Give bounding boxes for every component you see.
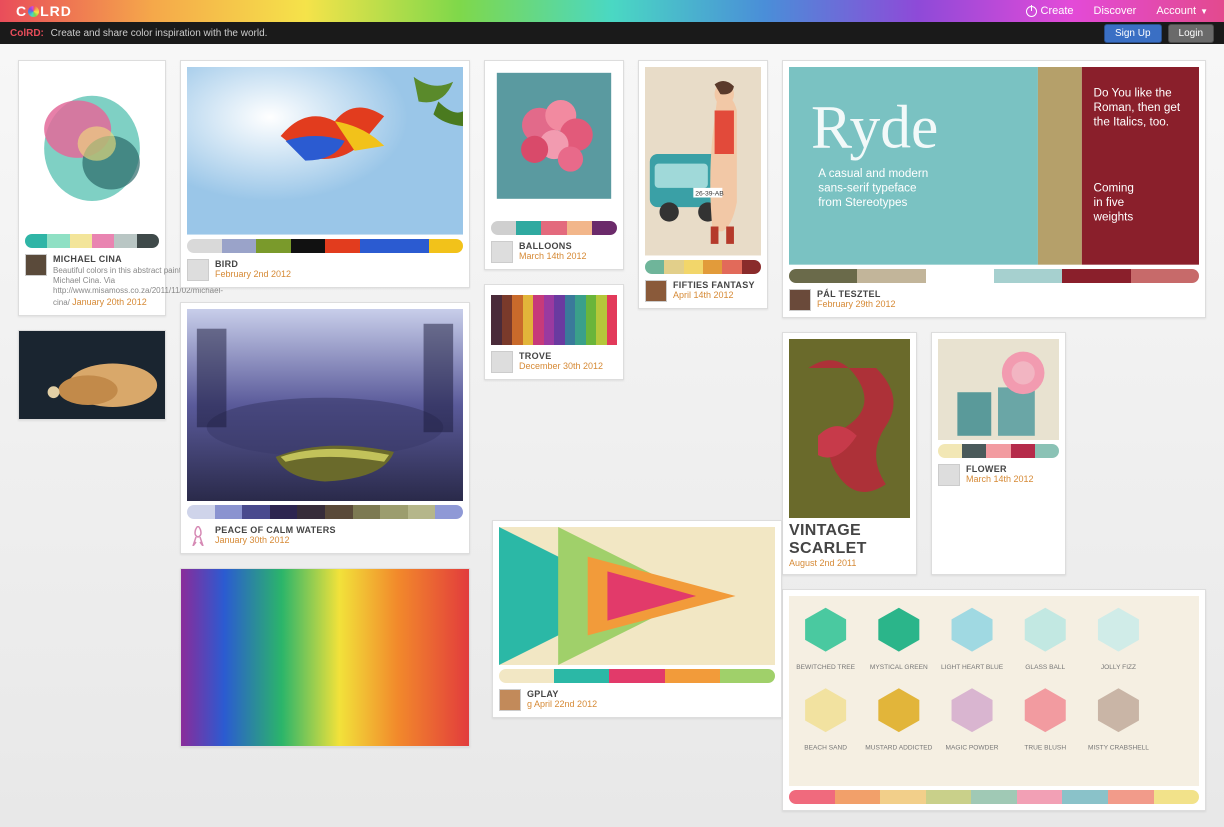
svg-text:weights: weights [1093, 211, 1134, 224]
svg-text:MYSTICAL GREEN: MYSTICAL GREEN [870, 664, 928, 671]
card-gradient[interactable] [180, 568, 470, 747]
thumb-gems: BEWITCHED TREE MYSTICAL GREEN LIGHT HEART … [789, 596, 1199, 786]
card-title: PEACE OF CALM WATERS [215, 525, 336, 535]
card-date: April 14th 2012 [673, 290, 755, 300]
svg-text:Roman, then get: Roman, then get [1094, 101, 1181, 114]
tagline-brand: ColRD: [10, 28, 44, 39]
svg-text:MAGIC POWDER: MAGIC POWDER [946, 744, 999, 751]
card-date: August 2nd 2011 [789, 558, 910, 568]
avatar[interactable] [789, 289, 811, 311]
ribbon-icon [187, 525, 209, 547]
card-title: TROVE [519, 351, 603, 361]
card-title: PÁL TESZTEL [817, 289, 896, 299]
thumb-scarlet [789, 339, 910, 518]
svg-text:A casual and modern: A casual and modern [818, 167, 928, 180]
svg-text:in five: in five [1094, 196, 1125, 209]
card-title: BALLOONS [519, 241, 587, 251]
swatches-large [491, 295, 617, 345]
avatar[interactable] [187, 259, 209, 281]
svg-text:from Stereotypes: from Stereotypes [818, 196, 907, 209]
card-title: GPLAY [527, 689, 597, 699]
card-date: December 30th 2012 [519, 361, 603, 371]
card-date: February 29th 2012 [817, 299, 896, 309]
card-cina[interactable]: MICHAEL CINA Beautiful colors in this ab… [18, 60, 166, 316]
thumb-gplay [499, 527, 775, 665]
card-scarlet[interactable]: VINTAGE SCARLET August 2nd 2011 [782, 332, 917, 575]
login-button[interactable]: Login [1168, 24, 1214, 43]
svg-text:JOLLY FIZZ: JOLLY FIZZ [1101, 664, 1136, 671]
card-balloons[interactable]: BALLOONS March 14th 2012 [484, 60, 624, 270]
card-title: BIRD [215, 259, 291, 269]
svg-text:GLASS BALL: GLASS BALL [1025, 664, 1065, 671]
thumb-ryde: Ryde A casual and modern sans-serif type… [789, 67, 1199, 265]
avatar[interactable] [499, 689, 521, 711]
topbar: CLRD Create Discover Account▼ [0, 0, 1224, 22]
svg-text:LIGHT HEART BLUE: LIGHT HEART BLUE [941, 664, 1004, 671]
svg-text:the Italics, too.: the Italics, too. [1094, 116, 1169, 129]
thumb-abstract [25, 67, 159, 230]
swatches [187, 505, 463, 519]
card-date: March 14th 2012 [966, 474, 1034, 484]
thumb-flower [938, 339, 1059, 441]
swatches [491, 221, 617, 235]
thumb-boat [187, 309, 463, 501]
card-ryde[interactable]: Ryde A casual and modern sans-serif type… [782, 60, 1206, 318]
svg-text:Coming: Coming [1094, 181, 1134, 194]
card-date: g April 22nd 2012 [527, 699, 597, 709]
card-fifties[interactable]: 26-39-AB FIFTIES FANTASY April 14th 2012 [638, 60, 768, 309]
avatar[interactable] [25, 254, 47, 276]
card-title: FIFTIES FANTASY [673, 280, 755, 290]
card-gplay[interactable]: GPLAY g April 22nd 2012 [492, 520, 782, 718]
svg-text:MUSTARD ADDICTED: MUSTARD ADDICTED [865, 744, 932, 751]
thumb-clouds [19, 331, 165, 420]
swatches [789, 790, 1199, 804]
svg-text:MISTY CRABSHELL: MISTY CRABSHELL [1088, 744, 1149, 751]
logo[interactable]: CLRD [16, 3, 72, 19]
card-date: January 30th 2012 [215, 535, 336, 545]
nav-account[interactable]: Account▼ [1156, 5, 1208, 17]
chevron-down-icon: ▼ [1200, 7, 1208, 16]
svg-text:TRUE BLUSH: TRUE BLUSH [1024, 744, 1066, 751]
card-bird[interactable]: BIRD February 2nd 2012 [180, 60, 470, 288]
svg-text:BEACH SAND: BEACH SAND [804, 744, 847, 751]
swatches [789, 269, 1199, 283]
card-trove[interactable]: TROVE December 30th 2012 [484, 284, 624, 380]
avatar[interactable] [645, 280, 667, 302]
svg-text:Do You like the: Do You like the [1094, 86, 1172, 99]
swatches [499, 669, 775, 683]
swatches [187, 239, 463, 253]
card-flower[interactable]: FLOWER March 14th 2012 [931, 332, 1066, 575]
card-title: FLOWER [966, 464, 1034, 474]
swatches [25, 234, 159, 248]
nav-create[interactable]: Create [1026, 5, 1074, 17]
card-gems[interactable]: BEWITCHED TREE MYSTICAL GREEN LIGHT HEART … [782, 589, 1206, 811]
card-boat[interactable]: PEACE OF CALM WATERS January 30th 2012 [180, 302, 470, 554]
svg-text:26-39-AB: 26-39-AB [695, 191, 724, 198]
svg-text:sans-serif typeface: sans-serif typeface [818, 181, 916, 194]
card-clouds[interactable] [18, 330, 166, 421]
tagline-bar: ColRD: Create and share color inspiratio… [0, 22, 1224, 44]
thumb-fifties: 26-39-AB [645, 67, 761, 256]
svg-text:Ryde: Ryde [811, 94, 938, 162]
card-date: February 2nd 2012 [215, 269, 291, 279]
top-nav: Create Discover Account▼ [1026, 5, 1209, 17]
card-date: March 14th 2012 [519, 251, 587, 261]
card-title: VINTAGE SCARLET [789, 522, 910, 558]
avatar[interactable] [938, 464, 960, 486]
power-icon [1026, 6, 1037, 17]
swatches [938, 444, 1059, 458]
thumb-gradient [181, 569, 469, 746]
avatar[interactable] [491, 351, 513, 373]
thumb-bird [187, 67, 463, 235]
swatches [645, 260, 761, 274]
signup-button[interactable]: Sign Up [1104, 24, 1162, 43]
nav-discover[interactable]: Discover [1094, 5, 1137, 17]
avatar[interactable] [491, 241, 513, 263]
thumb-balloons [491, 67, 617, 217]
svg-text:BEWITCHED TREE: BEWITCHED TREE [796, 664, 855, 671]
tagline-text: Create and share color inspiration with … [51, 28, 268, 39]
